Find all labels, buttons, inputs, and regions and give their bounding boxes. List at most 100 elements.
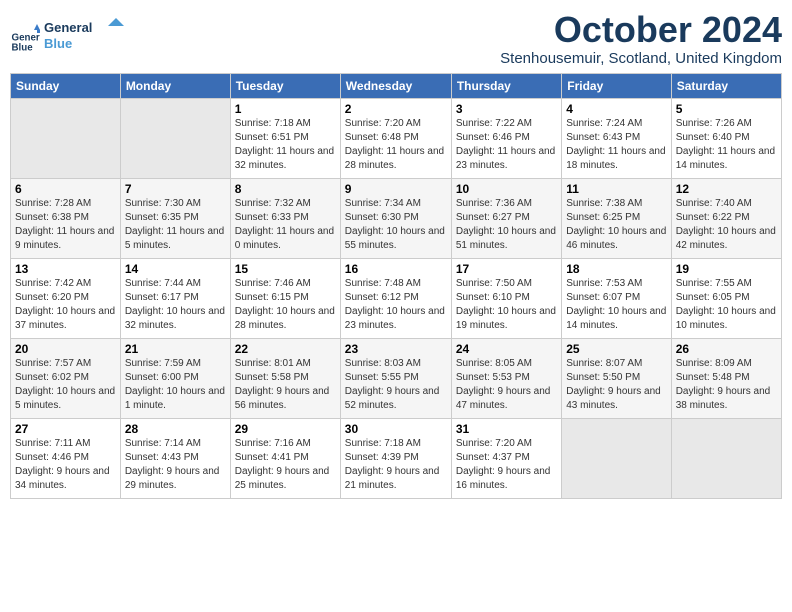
day-number: 2 — [345, 102, 447, 116]
day-number: 13 — [15, 262, 116, 276]
day-number: 9 — [345, 182, 447, 196]
calendar-cell: 10Sunrise: 7:36 AMSunset: 6:27 PMDayligh… — [451, 178, 561, 258]
calendar-cell — [120, 98, 230, 178]
calendar-table: SundayMondayTuesdayWednesdayThursdayFrid… — [10, 73, 782, 499]
day-info: Sunrise: 7:59 AMSunset: 6:00 PMDaylight:… — [125, 357, 226, 413]
weekday-header-saturday: Saturday — [671, 73, 781, 98]
day-number: 3 — [456, 102, 557, 116]
month-title: October 2024 — [500, 10, 782, 50]
day-number: 27 — [15, 422, 116, 436]
day-info: Sunrise: 7:30 AMSunset: 6:35 PMDaylight:… — [125, 197, 226, 253]
day-info: Sunrise: 7:46 AMSunset: 6:15 PMDaylight:… — [235, 277, 336, 333]
calendar-cell: 22Sunrise: 8:01 AMSunset: 5:58 PMDayligh… — [230, 338, 340, 418]
day-info: Sunrise: 7:34 AMSunset: 6:30 PMDaylight:… — [345, 197, 447, 253]
day-number: 28 — [125, 422, 226, 436]
calendar-cell: 1Sunrise: 7:18 AMSunset: 6:51 PMDaylight… — [230, 98, 340, 178]
day-info: Sunrise: 8:01 AMSunset: 5:58 PMDaylight:… — [235, 357, 336, 413]
day-number: 14 — [125, 262, 226, 276]
calendar-cell: 14Sunrise: 7:44 AMSunset: 6:17 PMDayligh… — [120, 258, 230, 338]
day-number: 19 — [676, 262, 777, 276]
calendar-cell — [11, 98, 121, 178]
calendar-cell: 17Sunrise: 7:50 AMSunset: 6:10 PMDayligh… — [451, 258, 561, 338]
day-number: 24 — [456, 342, 557, 356]
calendar-cell: 15Sunrise: 7:46 AMSunset: 6:15 PMDayligh… — [230, 258, 340, 338]
day-number: 10 — [456, 182, 557, 196]
day-number: 20 — [15, 342, 116, 356]
calendar-cell: 2Sunrise: 7:20 AMSunset: 6:48 PMDaylight… — [340, 98, 451, 178]
day-info: Sunrise: 7:32 AMSunset: 6:33 PMDaylight:… — [235, 197, 336, 253]
day-number: 31 — [456, 422, 557, 436]
svg-text:Blue: Blue — [12, 42, 34, 53]
day-info: Sunrise: 7:20 AMSunset: 6:48 PMDaylight:… — [345, 117, 447, 173]
day-info: Sunrise: 7:57 AMSunset: 6:02 PMDaylight:… — [15, 357, 116, 413]
day-number: 12 — [676, 182, 777, 196]
calendar-cell: 13Sunrise: 7:42 AMSunset: 6:20 PMDayligh… — [11, 258, 121, 338]
day-info: Sunrise: 7:44 AMSunset: 6:17 PMDaylight:… — [125, 277, 226, 333]
weekday-header-thursday: Thursday — [451, 73, 561, 98]
day-info: Sunrise: 7:40 AMSunset: 6:22 PMDaylight:… — [676, 197, 777, 253]
day-number: 30 — [345, 422, 447, 436]
day-info: Sunrise: 7:36 AMSunset: 6:27 PMDaylight:… — [456, 197, 557, 253]
day-info: Sunrise: 7:18 AMSunset: 6:51 PMDaylight:… — [235, 117, 336, 173]
day-info: Sunrise: 7:11 AMSunset: 4:46 PMDaylight:… — [15, 437, 116, 493]
calendar-cell: 8Sunrise: 7:32 AMSunset: 6:33 PMDaylight… — [230, 178, 340, 258]
day-number: 7 — [125, 182, 226, 196]
calendar-cell: 28Sunrise: 7:14 AMSunset: 4:43 PMDayligh… — [120, 418, 230, 498]
day-info: Sunrise: 7:48 AMSunset: 6:12 PMDaylight:… — [345, 277, 447, 333]
day-number: 23 — [345, 342, 447, 356]
day-info: Sunrise: 7:18 AMSunset: 4:39 PMDaylight:… — [345, 437, 447, 493]
day-info: Sunrise: 8:05 AMSunset: 5:53 PMDaylight:… — [456, 357, 557, 413]
day-info: Sunrise: 8:03 AMSunset: 5:55 PMDaylight:… — [345, 357, 447, 413]
day-number: 17 — [456, 262, 557, 276]
calendar-cell: 24Sunrise: 8:05 AMSunset: 5:53 PMDayligh… — [451, 338, 561, 418]
calendar-cell: 9Sunrise: 7:34 AMSunset: 6:30 PMDaylight… — [340, 178, 451, 258]
day-info: Sunrise: 7:42 AMSunset: 6:20 PMDaylight:… — [15, 277, 116, 333]
day-info: Sunrise: 7:24 AMSunset: 6:43 PMDaylight:… — [566, 117, 666, 173]
day-info: Sunrise: 7:16 AMSunset: 4:41 PMDaylight:… — [235, 437, 336, 493]
day-info: Sunrise: 7:28 AMSunset: 6:38 PMDaylight:… — [15, 197, 116, 253]
day-number: 26 — [676, 342, 777, 356]
calendar-cell: 29Sunrise: 7:16 AMSunset: 4:41 PMDayligh… — [230, 418, 340, 498]
calendar-cell — [671, 418, 781, 498]
calendar-cell: 4Sunrise: 7:24 AMSunset: 6:43 PMDaylight… — [562, 98, 671, 178]
calendar-cell — [562, 418, 671, 498]
calendar-cell: 27Sunrise: 7:11 AMSunset: 4:46 PMDayligh… — [11, 418, 121, 498]
day-number: 1 — [235, 102, 336, 116]
location-subtitle: Stenhousemuir, Scotland, United Kingdom — [500, 50, 782, 67]
calendar-cell: 31Sunrise: 7:20 AMSunset: 4:37 PMDayligh… — [451, 418, 561, 498]
calendar-cell: 30Sunrise: 7:18 AMSunset: 4:39 PMDayligh… — [340, 418, 451, 498]
calendar-cell: 7Sunrise: 7:30 AMSunset: 6:35 PMDaylight… — [120, 178, 230, 258]
day-number: 29 — [235, 422, 336, 436]
day-info: Sunrise: 7:26 AMSunset: 6:40 PMDaylight:… — [676, 117, 777, 173]
calendar-cell: 25Sunrise: 8:07 AMSunset: 5:50 PMDayligh… — [562, 338, 671, 418]
calendar-cell: 23Sunrise: 8:03 AMSunset: 5:55 PMDayligh… — [340, 338, 451, 418]
weekday-header-monday: Monday — [120, 73, 230, 98]
day-number: 4 — [566, 102, 666, 116]
calendar-cell: 21Sunrise: 7:59 AMSunset: 6:00 PMDayligh… — [120, 338, 230, 418]
day-number: 8 — [235, 182, 336, 196]
day-number: 18 — [566, 262, 666, 276]
calendar-cell: 16Sunrise: 7:48 AMSunset: 6:12 PMDayligh… — [340, 258, 451, 338]
calendar-cell: 19Sunrise: 7:55 AMSunset: 6:05 PMDayligh… — [671, 258, 781, 338]
day-info: Sunrise: 7:14 AMSunset: 4:43 PMDaylight:… — [125, 437, 226, 493]
weekday-header-wednesday: Wednesday — [340, 73, 451, 98]
calendar-cell: 11Sunrise: 7:38 AMSunset: 6:25 PMDayligh… — [562, 178, 671, 258]
calendar-cell: 26Sunrise: 8:09 AMSunset: 5:48 PMDayligh… — [671, 338, 781, 418]
calendar-cell: 5Sunrise: 7:26 AMSunset: 6:40 PMDaylight… — [671, 98, 781, 178]
calendar-cell: 12Sunrise: 7:40 AMSunset: 6:22 PMDayligh… — [671, 178, 781, 258]
calendar-cell: 6Sunrise: 7:28 AMSunset: 6:38 PMDaylight… — [11, 178, 121, 258]
day-info: Sunrise: 7:55 AMSunset: 6:05 PMDaylight:… — [676, 277, 777, 333]
day-info: Sunrise: 7:50 AMSunset: 6:10 PMDaylight:… — [456, 277, 557, 333]
day-info: Sunrise: 8:09 AMSunset: 5:48 PMDaylight:… — [676, 357, 777, 413]
title-block: October 2024 Stenhousemuir, Scotland, Un… — [500, 10, 782, 67]
day-info: Sunrise: 7:20 AMSunset: 4:37 PMDaylight:… — [456, 437, 557, 493]
day-info: Sunrise: 7:38 AMSunset: 6:25 PMDaylight:… — [566, 197, 666, 253]
day-number: 22 — [235, 342, 336, 356]
day-number: 16 — [345, 262, 447, 276]
svg-text:Blue: Blue — [44, 36, 72, 51]
svg-text:General: General — [44, 20, 92, 35]
weekday-header-tuesday: Tuesday — [230, 73, 340, 98]
day-info: Sunrise: 7:53 AMSunset: 6:07 PMDaylight:… — [566, 277, 666, 333]
day-number: 21 — [125, 342, 226, 356]
day-info: Sunrise: 8:07 AMSunset: 5:50 PMDaylight:… — [566, 357, 666, 413]
